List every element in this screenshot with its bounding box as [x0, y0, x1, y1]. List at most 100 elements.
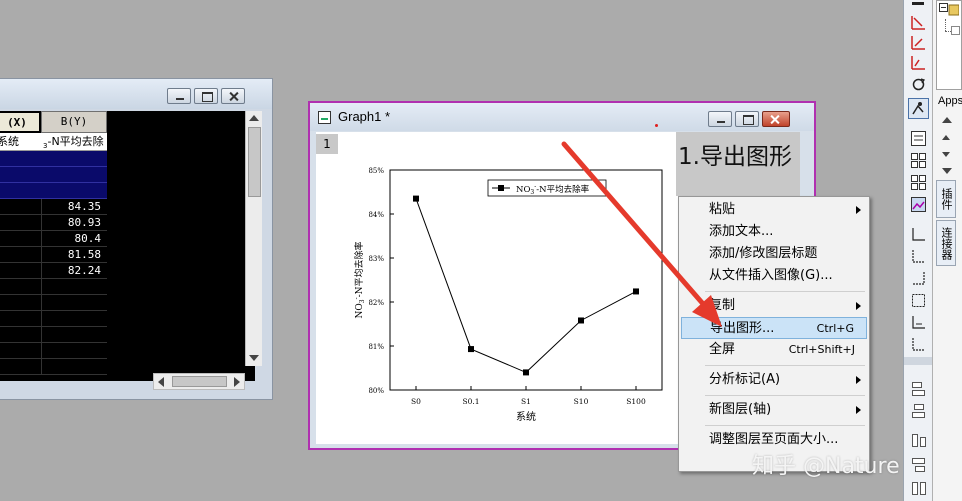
scroll-up-icon[interactable]	[249, 115, 259, 121]
menu-item-new-layer[interactable]: 新图层(轴)	[681, 399, 867, 421]
tab-connectors[interactable]: 连接器	[936, 220, 956, 266]
cell-value[interactable]: 80.93	[41, 215, 107, 231]
scroll-right-icon[interactable]	[234, 377, 240, 387]
align-icon[interactable]	[910, 480, 927, 497]
scroll-down-icon[interactable]	[942, 152, 950, 157]
align-icon[interactable]	[910, 456, 927, 473]
region-tool-icon[interactable]	[910, 34, 927, 51]
menu-item-export-graph[interactable]: 导出图形... Ctrl+G	[681, 317, 867, 339]
comments-row[interactable]	[0, 167, 107, 183]
close-icon[interactable]	[762, 111, 790, 127]
axis-line-icon[interactable]	[910, 336, 927, 353]
scroll-down-icon[interactable]	[942, 168, 952, 174]
table-row[interactable]	[0, 343, 107, 359]
worksheet-grid[interactable]: (X) B(Y) 系统 3-N平均去除 84.35 80.93 80.4 81.…	[0, 111, 255, 381]
scroll-up-icon[interactable]	[942, 135, 950, 140]
table-row[interactable]: 84.35	[0, 199, 107, 215]
layout-icon[interactable]	[910, 130, 927, 147]
draw-data-icon[interactable]	[910, 14, 927, 31]
axis-line-icon[interactable]	[910, 314, 927, 331]
menu-item-layer-title[interactable]: 添加/修改图层标题	[681, 243, 867, 265]
step-annotation: 1.导出图形	[678, 144, 792, 170]
cell-value[interactable]: 80.4	[41, 231, 107, 247]
table-row[interactable]	[0, 279, 107, 295]
rotate-tool-icon[interactable]	[910, 76, 927, 93]
grid-layout-icon[interactable]	[910, 174, 927, 191]
y-tick-label: 82%	[368, 299, 384, 307]
column-a-longname: 系统	[0, 133, 41, 151]
align-icon[interactable]	[910, 380, 927, 397]
scroll-left-icon[interactable]	[158, 377, 164, 387]
cell-value[interactable]: 82.24	[41, 263, 107, 279]
x-tick-label: S10	[574, 397, 589, 406]
layer-marker[interactable]: 1	[316, 134, 338, 154]
units-row[interactable]	[0, 151, 107, 167]
table-row[interactable]	[0, 295, 107, 311]
plot-frame	[389, 169, 663, 391]
folder-icon[interactable]	[939, 3, 959, 17]
worksheet-window[interactable]: (X) B(Y) 系统 3-N平均去除 84.35 80.93 80.4 81.…	[0, 78, 273, 400]
menu-item-paste[interactable]: 粘贴	[681, 199, 867, 221]
axis-line-icon[interactable]	[910, 248, 927, 265]
tab-plugins[interactable]: 插件	[936, 180, 956, 218]
red-dot	[655, 124, 658, 127]
legend: NO3--N平均去除率	[487, 179, 607, 197]
table-row[interactable]	[0, 359, 107, 375]
maximize-icon[interactable]	[194, 88, 218, 104]
table-row[interactable]: 82.24	[0, 263, 107, 279]
graph-titlebar[interactable]: Graph1 *	[310, 103, 814, 131]
close-icon[interactable]	[221, 88, 245, 104]
column-b-header[interactable]: B(Y)	[41, 111, 107, 133]
x-axis-label: 系统	[516, 410, 536, 423]
context-menu[interactable]: 粘贴 添加文本... 添加/修改图层标题 从文件插入图像(G)... 复制 导出…	[678, 196, 870, 472]
menu-item-copy[interactable]: 复制	[681, 295, 867, 317]
cell-value[interactable]: 84.35	[41, 199, 107, 215]
grid-layout-icon[interactable]	[910, 152, 927, 169]
x-tick-label: S100	[626, 397, 646, 406]
apps-label: Apps	[938, 95, 962, 107]
frame-icon[interactable]	[910, 292, 927, 309]
image-icon[interactable]	[910, 196, 927, 213]
line-chart[interactable]: 80% 81% 82% 83% 84% 85% S0 S0.1 S1 S10 S100 NO3--…	[340, 158, 680, 430]
scroll-up-icon[interactable]	[942, 117, 952, 123]
data-point	[578, 317, 584, 324]
project-tree[interactable]	[936, 0, 962, 90]
y-tick-label: 83%	[368, 255, 384, 263]
expand-icon[interactable]	[951, 26, 960, 35]
axis-line-icon[interactable]	[910, 270, 927, 287]
data-reader-icon[interactable]	[908, 98, 929, 119]
cell-value[interactable]: 81.58	[41, 247, 107, 263]
data-point	[413, 195, 419, 202]
submenu-arrow-icon	[856, 406, 861, 414]
table-row[interactable]: 80.93	[0, 215, 107, 231]
mask-tool-icon[interactable]	[910, 54, 927, 71]
minimize-icon[interactable]	[167, 88, 191, 104]
axis-line-icon[interactable]	[910, 226, 927, 243]
table-row[interactable]: 81.58	[0, 247, 107, 263]
column-a-header[interactable]: (X)	[0, 111, 41, 133]
menu-item-insert-image[interactable]: 从文件插入图像(G)...	[681, 265, 867, 287]
menu-item-full-screen[interactable]: 全屏 Ctrl+Shift+J	[681, 339, 867, 361]
sparkline-row[interactable]	[0, 183, 107, 199]
x-tick-label: S1	[521, 397, 531, 406]
horizontal-scrollbar[interactable]	[153, 373, 245, 390]
table-row[interactable]	[0, 311, 107, 327]
align-icon[interactable]	[910, 432, 927, 449]
column-b-longname: 3-N平均去除	[41, 133, 107, 151]
scroll-thumb[interactable]	[248, 127, 261, 197]
menu-separator	[705, 291, 865, 292]
tools-toolbar[interactable]	[903, 0, 932, 501]
align-icon[interactable]	[910, 402, 927, 419]
y-tick-label: 81%	[368, 343, 384, 351]
menu-item-add-text[interactable]: 添加文本...	[681, 221, 867, 243]
minimize-icon[interactable]	[708, 111, 732, 127]
worksheet-titlebar[interactable]	[0, 79, 272, 109]
tree-line	[945, 19, 946, 31]
scroll-down-icon[interactable]	[249, 355, 259, 361]
menu-item-analysis-markers[interactable]: 分析标记(A)	[681, 369, 867, 391]
table-row[interactable]: 80.4	[0, 231, 107, 247]
scroll-thumb[interactable]	[172, 376, 227, 387]
maximize-icon[interactable]	[735, 111, 759, 127]
vertical-scrollbar[interactable]	[245, 111, 262, 366]
table-row[interactable]	[0, 327, 107, 343]
